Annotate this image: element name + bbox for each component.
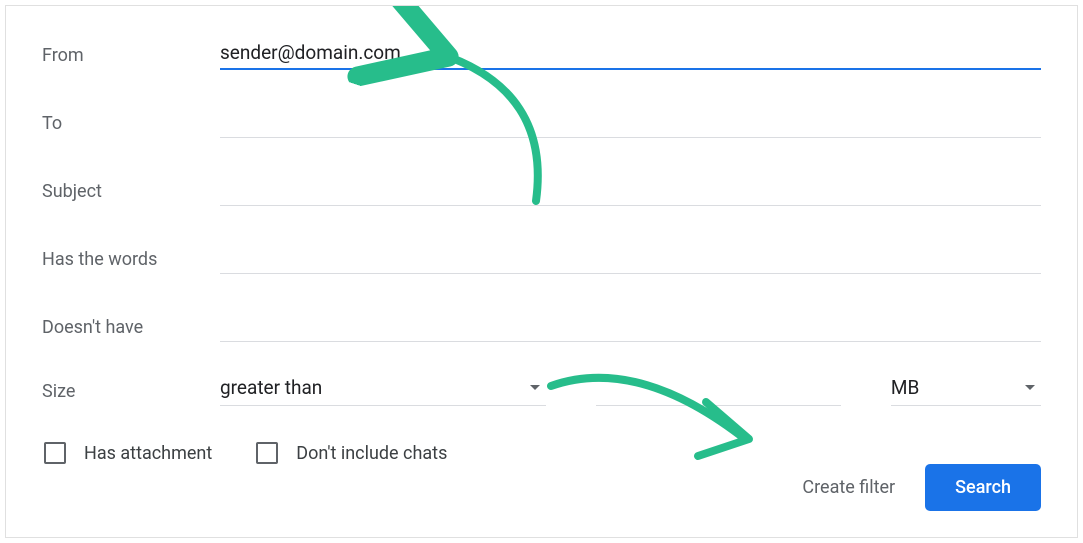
checkbox-icon <box>44 442 66 464</box>
from-label: From <box>42 45 220 70</box>
has-words-input[interactable] <box>220 244 1041 274</box>
dont-include-chats-checkbox[interactable]: Don't include chats <box>256 442 447 464</box>
size-unit-value: MB <box>891 376 919 399</box>
checkbox-icon <box>256 442 278 464</box>
doesnt-have-row: Doesn't have <box>42 306 1041 342</box>
chevron-down-icon <box>530 385 540 390</box>
from-input[interactable] <box>220 39 1041 70</box>
to-row: To <box>42 102 1041 138</box>
filter-dialog: From To Subject Has the words Doesn't ha… <box>5 5 1078 538</box>
to-label: To <box>42 113 220 138</box>
subject-input[interactable] <box>220 176 1041 206</box>
has-words-row: Has the words <box>42 238 1041 274</box>
has-words-label: Has the words <box>42 249 220 274</box>
search-button[interactable]: Search <box>925 464 1041 511</box>
has-attachment-label: Has attachment <box>84 443 212 464</box>
checkbox-row: Has attachment Don't include chats <box>42 442 1041 464</box>
doesnt-have-label: Doesn't have <box>42 317 220 342</box>
chevron-down-icon <box>1025 385 1035 390</box>
dont-include-chats-label: Don't include chats <box>296 443 447 464</box>
size-value-input[interactable] <box>596 375 841 406</box>
from-row: From <box>42 34 1041 70</box>
size-label: Size <box>42 381 220 406</box>
dialog-footer: Create filter Search <box>802 464 1041 511</box>
create-filter-button[interactable]: Create filter <box>802 477 895 498</box>
has-attachment-checkbox[interactable]: Has attachment <box>44 442 212 464</box>
doesnt-have-input[interactable] <box>220 312 1041 342</box>
size-unit-select[interactable]: MB <box>891 374 1041 406</box>
subject-row: Subject <box>42 170 1041 206</box>
size-row: Size greater than MB <box>42 374 1041 406</box>
size-operator-select[interactable]: greater than <box>220 374 546 406</box>
to-input[interactable] <box>220 108 1041 138</box>
size-operator-value: greater than <box>220 376 322 399</box>
subject-label: Subject <box>42 181 220 206</box>
